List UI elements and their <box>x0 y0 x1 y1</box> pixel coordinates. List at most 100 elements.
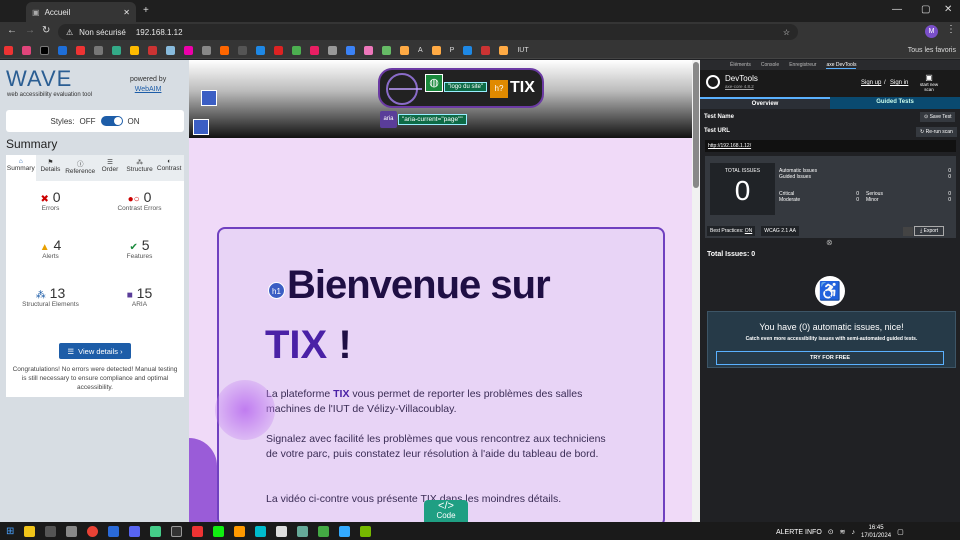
bookmark-icon[interactable] <box>274 45 283 55</box>
app-icon[interactable] <box>171 525 183 537</box>
minecraft-icon[interactable] <box>297 525 309 537</box>
bookmark-icon[interactable] <box>346 45 355 55</box>
stat-errors[interactable]: ✖ 0 Errors <box>6 181 95 229</box>
app-icon[interactable] <box>108 525 120 537</box>
network-icon[interactable]: ⊙ <box>828 528 834 536</box>
tab-guided-tests[interactable]: Guided Tests <box>830 97 960 109</box>
bookmark-icon[interactable] <box>202 45 211 55</box>
avatar[interactable]: M <box>925 25 938 38</box>
bookmark-icon[interactable] <box>256 45 265 55</box>
maximize-icon[interactable]: ▢ <box>921 4 930 15</box>
bookmark-icon[interactable] <box>382 45 391 55</box>
app-icon[interactable] <box>234 525 246 537</box>
tab-summary[interactable]: ⌂ Summary <box>6 155 36 181</box>
bookmark-icon[interactable] <box>148 45 157 55</box>
bookmark-icon[interactable] <box>292 45 301 55</box>
filezilla-icon[interactable] <box>192 525 204 537</box>
clock[interactable]: 16:45 17/01/2024 <box>861 524 891 540</box>
folder-icon[interactable] <box>400 45 409 55</box>
bookmark-icon[interactable] <box>220 45 229 55</box>
sign-up-link[interactable]: Sign up <box>861 80 881 86</box>
all-bookmarks[interactable]: Tous les favoris <box>908 47 956 54</box>
bookmark-icon[interactable] <box>112 45 121 55</box>
code-button[interactable]: </> Code <box>424 500 468 522</box>
minimize-icon[interactable]: — <box>892 4 902 15</box>
collapse-icon[interactable] <box>903 227 913 236</box>
try-for-free-button[interactable]: TRY FOR FREE <box>716 351 944 365</box>
bookmark-icon[interactable] <box>184 45 193 55</box>
sign-in-link[interactable]: Sign in <box>890 80 908 86</box>
bookmark-icon[interactable] <box>310 45 319 55</box>
tab-axe[interactable]: axe DevTools <box>826 62 857 69</box>
stat-alerts[interactable]: ▲ 4 Alerts <box>6 229 95 277</box>
file-explorer-icon[interactable] <box>24 525 36 537</box>
stat-aria[interactable]: ■ 15 ARIA <box>95 277 184 325</box>
bookmark-icon[interactable] <box>463 45 473 55</box>
window-close-icon[interactable]: ✕ <box>944 4 952 15</box>
rerun-scan-button[interactable]: ↻ Re-run scan <box>916 127 957 137</box>
notification-icon[interactable]: ▢ <box>897 528 904 536</box>
wcag-select[interactable]: WCAG 2.1 AA <box>761 226 799 236</box>
stat-structural[interactable]: ⁂ 13 Structural Elements <box>6 277 95 325</box>
styles-toggle[interactable]: Styles: OFF ON <box>6 110 184 132</box>
app-icon[interactable] <box>339 525 351 537</box>
tab-overview[interactable]: Overview <box>700 97 830 109</box>
save-test-button[interactable]: ⊙ Save Test <box>920 112 956 122</box>
tab-details[interactable]: ⚑ Details <box>36 155 66 181</box>
tab-recorder[interactable]: Enregistreur <box>789 62 816 68</box>
app-icon[interactable] <box>150 525 162 537</box>
bookmark-icon[interactable] <box>166 45 175 55</box>
bookmark-icon[interactable] <box>58 45 67 55</box>
volume-icon[interactable]: ♪ <box>852 529 856 536</box>
tab-structure[interactable]: ⁂ Structure <box>125 155 155 181</box>
collapse-circle-icon[interactable]: ⊗ <box>826 238 833 247</box>
bookmark-icon[interactable] <box>328 45 337 55</box>
forward-icon[interactable]: → <box>25 25 35 36</box>
bookmark-icon[interactable] <box>40 45 49 55</box>
export-button[interactable]: ⤓ Export <box>914 226 945 236</box>
omnibox[interactable]: ⚠ Non sécurisé 192.168.1.12 ☆ <box>58 24 798 40</box>
app-icon[interactable] <box>276 525 288 537</box>
tab-contrast[interactable]: ◐ Contrast <box>154 155 184 181</box>
app-icon[interactable] <box>66 525 78 537</box>
reload-icon[interactable]: ↻ <box>42 25 50 36</box>
windows-start-icon[interactable]: ⊞ <box>6 526 14 537</box>
discord-icon[interactable] <box>129 525 141 537</box>
start-scan-button[interactable]: ▣ start new scan <box>917 73 941 92</box>
bookmark-iut[interactable]: IUT <box>517 47 528 54</box>
bookmark-icon[interactable] <box>94 45 103 55</box>
wifi-icon[interactable]: ≋ <box>840 528 846 536</box>
folder-icon[interactable] <box>431 45 441 55</box>
app-icon[interactable] <box>213 525 225 537</box>
tab-reference[interactable]: ⓘ Reference <box>65 155 95 181</box>
chrome-icon[interactable] <box>87 525 99 537</box>
new-tab-icon[interactable]: + <box>143 5 149 16</box>
toggle-switch[interactable] <box>100 116 123 126</box>
bookmark-icon[interactable] <box>22 45 31 55</box>
bookmark-icon[interactable] <box>4 45 13 55</box>
nvidia-icon[interactable] <box>360 525 372 537</box>
stat-contrast[interactable]: ●○ 0 Contrast Errors <box>95 181 184 229</box>
webaim-link[interactable]: WebAIM <box>135 86 162 93</box>
scrollbar-thumb[interactable] <box>693 62 699 188</box>
bookmark-icon[interactable] <box>76 45 85 55</box>
tab-accueil[interactable]: ▣ Accueil ✕ <box>26 2 136 22</box>
stat-features[interactable]: ✔ 5 Features <box>95 229 184 277</box>
bookmark-icon[interactable] <box>364 45 373 55</box>
app-icon[interactable] <box>318 525 330 537</box>
menu-icon[interactable]: ⋮ <box>946 24 956 35</box>
app-icon[interactable] <box>45 525 57 537</box>
star-icon[interactable]: ☆ <box>783 28 790 37</box>
bookmark-icon[interactable] <box>238 45 247 55</box>
bookmark-a[interactable]: A <box>418 47 423 54</box>
folder-icon[interactable] <box>499 45 509 55</box>
tab-order[interactable]: ☰ Order <box>95 155 125 181</box>
view-details-button[interactable]: ☰ View details › <box>59 343 131 359</box>
app-icon[interactable] <box>255 525 267 537</box>
bookmark-icon[interactable] <box>481 45 491 55</box>
bookmark-p[interactable]: P <box>450 47 455 54</box>
back-icon[interactable]: ← <box>7 25 17 36</box>
tab-elements[interactable]: Éléments <box>730 62 751 68</box>
close-icon[interactable]: ✕ <box>123 8 130 17</box>
alert-info[interactable]: ALERTE INFO <box>776 529 822 536</box>
